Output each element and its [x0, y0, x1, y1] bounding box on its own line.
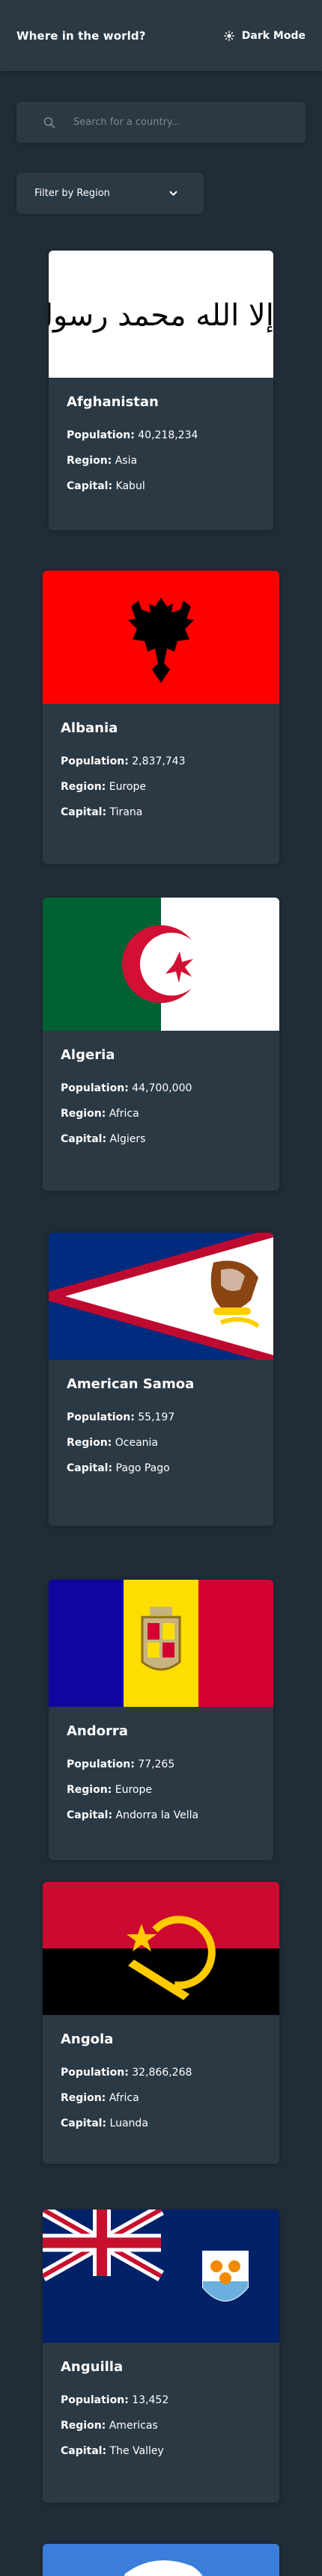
- region-filter-label: Filter by Region: [34, 188, 110, 199]
- capital-row: Capital: Pago Pago: [67, 1462, 170, 1474]
- country-card[interactable]: [43, 2544, 279, 2576]
- region-row: Region: Oceania: [67, 1437, 158, 1449]
- capital-row: Capital: Algiers: [61, 1133, 146, 1145]
- country-card[interactable]: لا إله إلا الله محمد رسول الله Afghanist…: [49, 251, 273, 530]
- country-name: Andorra: [67, 1723, 128, 1739]
- capital-row: Capital: Kabul: [67, 480, 145, 492]
- population-row: Population: 55,197: [67, 1411, 175, 1423]
- country-name: Algeria: [61, 1047, 115, 1063]
- dark-mode-toggle[interactable]: Dark Mode: [223, 29, 306, 42]
- region-row: Region: Americas: [61, 2420, 158, 2432]
- country-name: Angola: [61, 2031, 114, 2047]
- country-name: American Samoa: [67, 1376, 195, 1392]
- search-icon: [43, 117, 55, 128]
- population-row: Population: 44,700,000: [61, 1082, 192, 1094]
- chevron-down-icon: [169, 191, 177, 195]
- region-row: Region: Africa: [61, 2092, 139, 2104]
- svg-text:لا إله إلا الله محمد رسول الله: لا إله إلا الله محمد رسول الله: [49, 298, 273, 333]
- flag-image: [43, 571, 279, 704]
- capital-row: Capital: The Valley: [61, 2445, 164, 2457]
- region-filter-dropdown[interactable]: Filter by Region: [16, 173, 204, 214]
- country-name: Albania: [61, 720, 118, 736]
- flag-image: [49, 1233, 273, 1360]
- country-name: Anguilla: [61, 2359, 124, 2375]
- population-row: Population: 77,265: [67, 1758, 175, 1770]
- dark-mode-label: Dark Mode: [241, 29, 306, 42]
- country-name: Afghanistan: [67, 394, 159, 410]
- flag-image: [43, 2209, 279, 2343]
- country-card[interactable]: Anguilla Population: 13,452 Region: Amer…: [43, 2209, 279, 2503]
- flag-image: لا إله إلا الله محمد رسول الله: [49, 251, 273, 378]
- country-card[interactable]: Algeria Population: 44,700,000 Region: A…: [43, 898, 279, 1191]
- population-row: Population: 2,837,743: [61, 755, 186, 767]
- flag-image: [43, 2544, 279, 2576]
- flag-image: [43, 1882, 279, 2015]
- capital-row: Capital: Luanda: [61, 2117, 148, 2129]
- region-row: Region: Europe: [67, 1784, 152, 1796]
- population-row: Population: 32,866,268: [61, 2067, 192, 2079]
- search-bar[interactable]: [16, 102, 306, 143]
- flag-image: [43, 898, 279, 1031]
- region-row: Region: Africa: [61, 1108, 139, 1120]
- population-row: Population: 13,452: [61, 2394, 169, 2406]
- country-card[interactable]: American Samoa Population: 55,197 Region…: [49, 1233, 273, 1526]
- country-card[interactable]: Albania Population: 2,837,743 Region: Eu…: [43, 571, 279, 864]
- capital-row: Capital: Tirana: [61, 806, 143, 818]
- capital-row: Capital: Andorra la Vella: [67, 1809, 199, 1821]
- region-row: Region: Asia: [67, 455, 138, 467]
- app-header: Where in the world? Dark Mode: [0, 0, 322, 71]
- country-card[interactable]: Angola Population: 32,866,268 Region: Af…: [43, 1882, 279, 2164]
- search-input[interactable]: [73, 117, 283, 128]
- country-card[interactable]: Andorra Population: 77,265 Region: Europ…: [49, 1580, 273, 1860]
- population-row: Population: 40,218,234: [67, 429, 198, 441]
- region-row: Region: Europe: [61, 781, 146, 793]
- sun-icon: [223, 30, 234, 41]
- flag-image: [49, 1580, 273, 1707]
- app-title: Where in the world?: [16, 28, 146, 43]
